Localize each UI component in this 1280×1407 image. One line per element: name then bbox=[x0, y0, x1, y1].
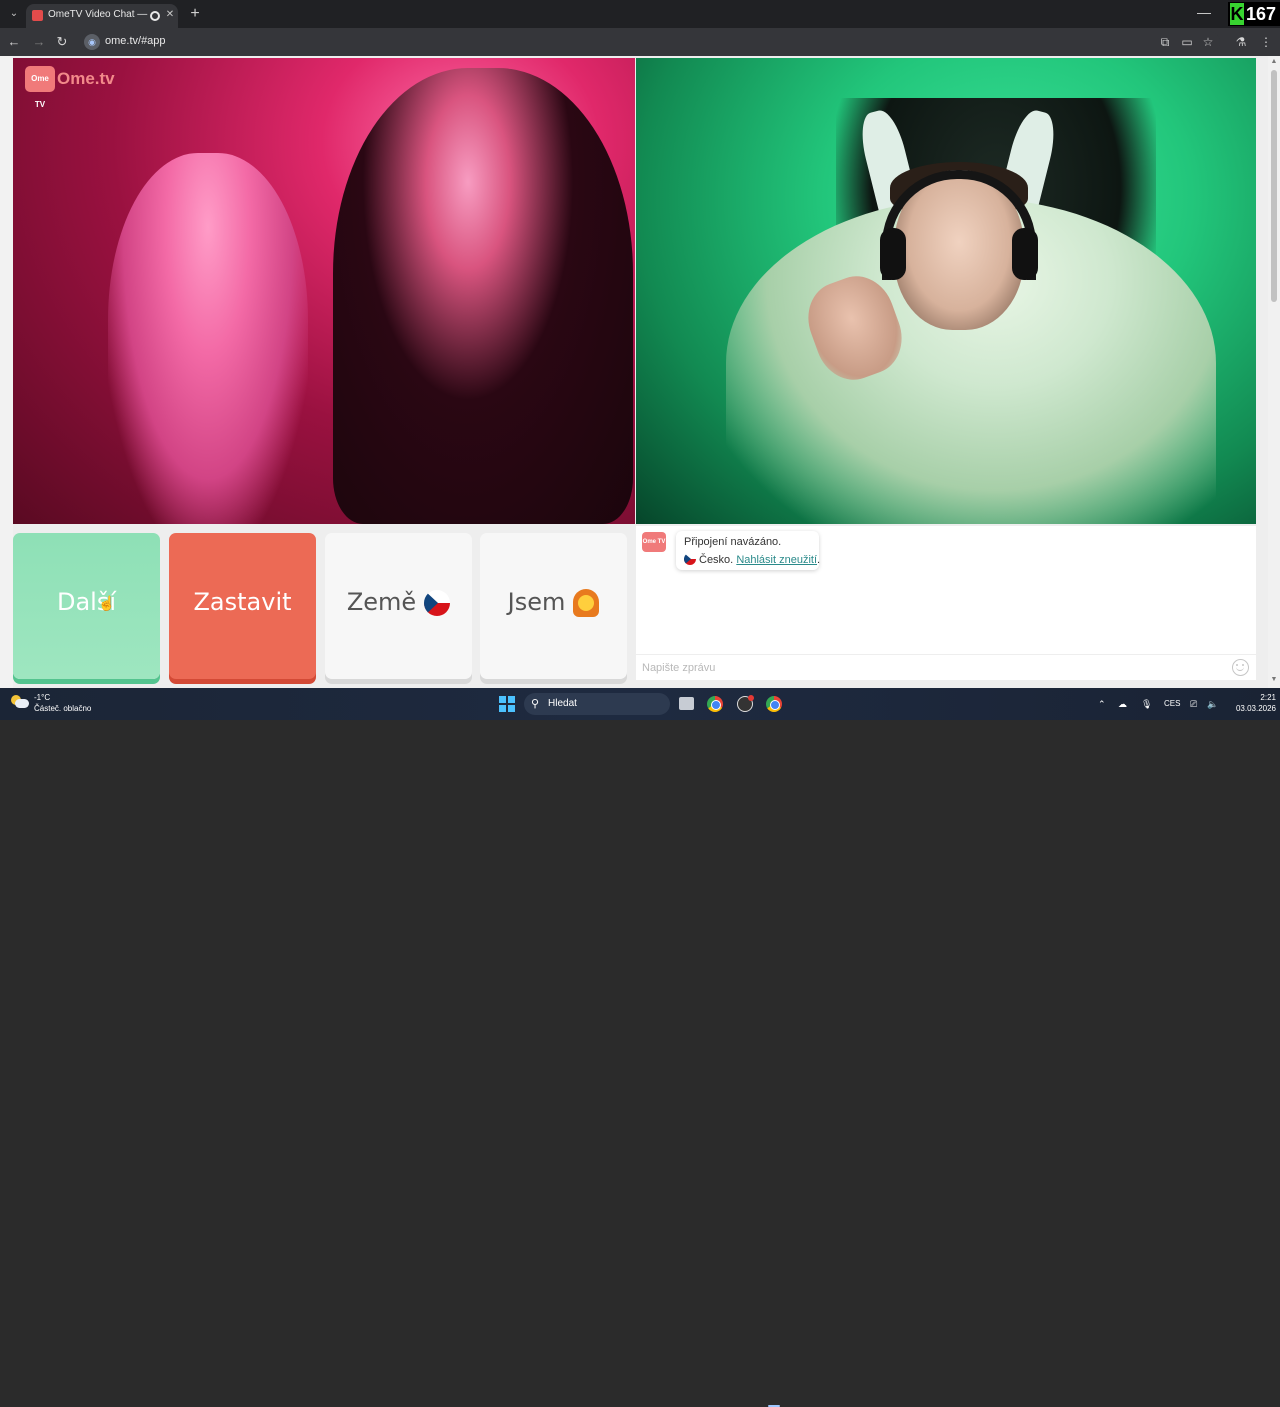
onedrive-icon[interactable]: ☁ bbox=[1118, 697, 1127, 711]
weather-temperature[interactable]: -1°C bbox=[34, 693, 50, 702]
stop-button-label: Zastavit bbox=[193, 588, 292, 616]
country-button-label: Země bbox=[346, 588, 417, 616]
gender-button-label-row: Jsem bbox=[480, 588, 627, 617]
window-minimize-button[interactable]: — bbox=[1196, 4, 1212, 20]
kick-logo-icon: K bbox=[1230, 3, 1244, 25]
ometv-logo: Ome TV Ome.tv bbox=[25, 66, 117, 109]
star-icon[interactable]: ☆ bbox=[1200, 34, 1216, 50]
forward-icon[interactable]: → bbox=[31, 34, 47, 50]
taskbar: -1°C Částeč. oblačno ⚲ Hledat ⌃ ☁ 🎙 CES … bbox=[0, 688, 1280, 1407]
connection-status: Připojení navázáno. bbox=[684, 536, 782, 548]
headset-earcup bbox=[1012, 228, 1038, 280]
taskbar-search[interactable]: ⚲ Hledat bbox=[524, 693, 670, 715]
recording-dot-icon bbox=[748, 695, 754, 701]
video-person-right bbox=[333, 68, 633, 524]
gender-button-label: Jsem bbox=[507, 588, 566, 616]
site-info-icon[interactable]: ◉ bbox=[84, 34, 100, 50]
language-indicator[interactable]: CES bbox=[1164, 697, 1180, 711]
scroll-down-icon[interactable]: ▼ bbox=[1270, 676, 1278, 684]
clock-date[interactable]: 03.03.2026 bbox=[1226, 704, 1276, 713]
browser-tab[interactable]: OmeTV Video Chat — Ome ✕ bbox=[26, 4, 178, 28]
windows-start-icon[interactable] bbox=[499, 696, 515, 712]
chat-panel: Ome TV Připojení navázáno. Česko. Nahlás… bbox=[636, 526, 1256, 680]
microphone-icon[interactable]: 🎙 bbox=[1141, 697, 1152, 711]
search-placeholder: Hledat bbox=[548, 698, 577, 709]
report-abuse-link[interactable]: Nahlásit zneužití bbox=[736, 554, 817, 566]
reload-icon[interactable]: ↻ bbox=[54, 34, 70, 50]
page-gutter bbox=[0, 56, 13, 688]
chat-input-bar bbox=[636, 654, 1256, 680]
extension-badge[interactable]: K 167 bbox=[1228, 2, 1280, 26]
tray-overflow-icon[interactable]: ⌃ bbox=[1098, 697, 1106, 711]
logo-text: Ome.tv bbox=[57, 69, 115, 88]
tab-title: OmeTV Video Chat — Ome bbox=[48, 9, 150, 20]
next-button-label: Další bbox=[56, 588, 117, 616]
hand-cursor-icon: ☝ bbox=[98, 595, 116, 611]
task-view-icon[interactable] bbox=[679, 697, 694, 710]
country-line: Česko. Nahlásit zneužití. bbox=[684, 553, 820, 566]
system-message: Připojení navázáno. Česko. Nahlásit zneu… bbox=[676, 531, 820, 570]
translate-icon[interactable]: ⧉ bbox=[1157, 34, 1173, 50]
chat-message-input[interactable] bbox=[642, 659, 1212, 677]
new-tab-button[interactable]: + bbox=[186, 5, 204, 23]
weather-description[interactable]: Částeč. oblačno bbox=[34, 704, 91, 713]
woman-emoji-icon bbox=[573, 589, 600, 617]
next-button[interactable]: Další bbox=[13, 533, 160, 679]
report-suffix: . bbox=[817, 554, 821, 566]
partly-cloudy-icon[interactable] bbox=[11, 695, 29, 709]
cast-icon[interactable]: ▭ bbox=[1179, 34, 1195, 50]
czech-flag-icon bbox=[684, 553, 696, 565]
chrome-icon[interactable] bbox=[707, 696, 723, 712]
address-bar-row: ← → ↻ ◉ ome.tv/#app ⧉ ▭ ☆ ⚗ ⋮ bbox=[0, 28, 1280, 56]
browser-tab-bar: ⌄ OmeTV Video Chat — Ome ✕ + — K 167 bbox=[0, 0, 1280, 28]
emoji-picker-icon[interactable] bbox=[1232, 659, 1249, 676]
volume-icon[interactable]: 🔈 bbox=[1207, 697, 1218, 711]
czech-flag-icon bbox=[424, 590, 451, 616]
recording-indicator-icon bbox=[150, 11, 160, 21]
scroll-thumb[interactable] bbox=[1271, 70, 1277, 302]
country-button-label-row: Země bbox=[325, 588, 472, 616]
ometv-tv-icon: Ome TV bbox=[25, 66, 55, 109]
stop-button[interactable]: Zastavit bbox=[169, 533, 316, 679]
clock-time[interactable]: 2:21 bbox=[1236, 693, 1276, 702]
network-icon[interactable]: ⎚ bbox=[1190, 697, 1197, 711]
back-icon[interactable]: ← bbox=[6, 34, 22, 50]
country-button[interactable]: Země bbox=[325, 533, 472, 679]
scroll-up-icon[interactable]: ▲ bbox=[1270, 58, 1278, 66]
ometv-favicon-icon bbox=[32, 10, 43, 21]
gender-button[interactable]: Jsem bbox=[480, 533, 627, 679]
headset-earcup bbox=[880, 228, 906, 280]
menu-icon[interactable]: ⋮ bbox=[1258, 34, 1274, 50]
ometv-chat-logo-icon: Ome TV bbox=[642, 532, 666, 552]
tab-close-icon[interactable]: ✕ bbox=[164, 8, 176, 22]
country-name: Česko. bbox=[699, 554, 734, 566]
tab-search-chevron-icon[interactable]: ⌄ bbox=[6, 6, 22, 22]
page-scrollbar[interactable]: ▲ ▼ bbox=[1268, 56, 1280, 688]
search-icon: ⚲ bbox=[531, 698, 540, 710]
labs-icon[interactable]: ⚗ bbox=[1233, 34, 1249, 50]
extension-count: 167 bbox=[1246, 4, 1277, 24]
stranger-video: Ome TV Ome.tv bbox=[13, 58, 635, 524]
video-person-left bbox=[108, 153, 308, 524]
omnibox[interactable]: ◉ ome.tv/#app bbox=[80, 31, 1220, 53]
page-content: Ome TV Ome.tv Další Zastavit Země Jsem ☝… bbox=[0, 56, 1280, 688]
self-video bbox=[636, 58, 1256, 524]
url-text[interactable]: ome.tv/#app bbox=[105, 35, 166, 47]
chrome-active-icon[interactable] bbox=[766, 696, 782, 712]
